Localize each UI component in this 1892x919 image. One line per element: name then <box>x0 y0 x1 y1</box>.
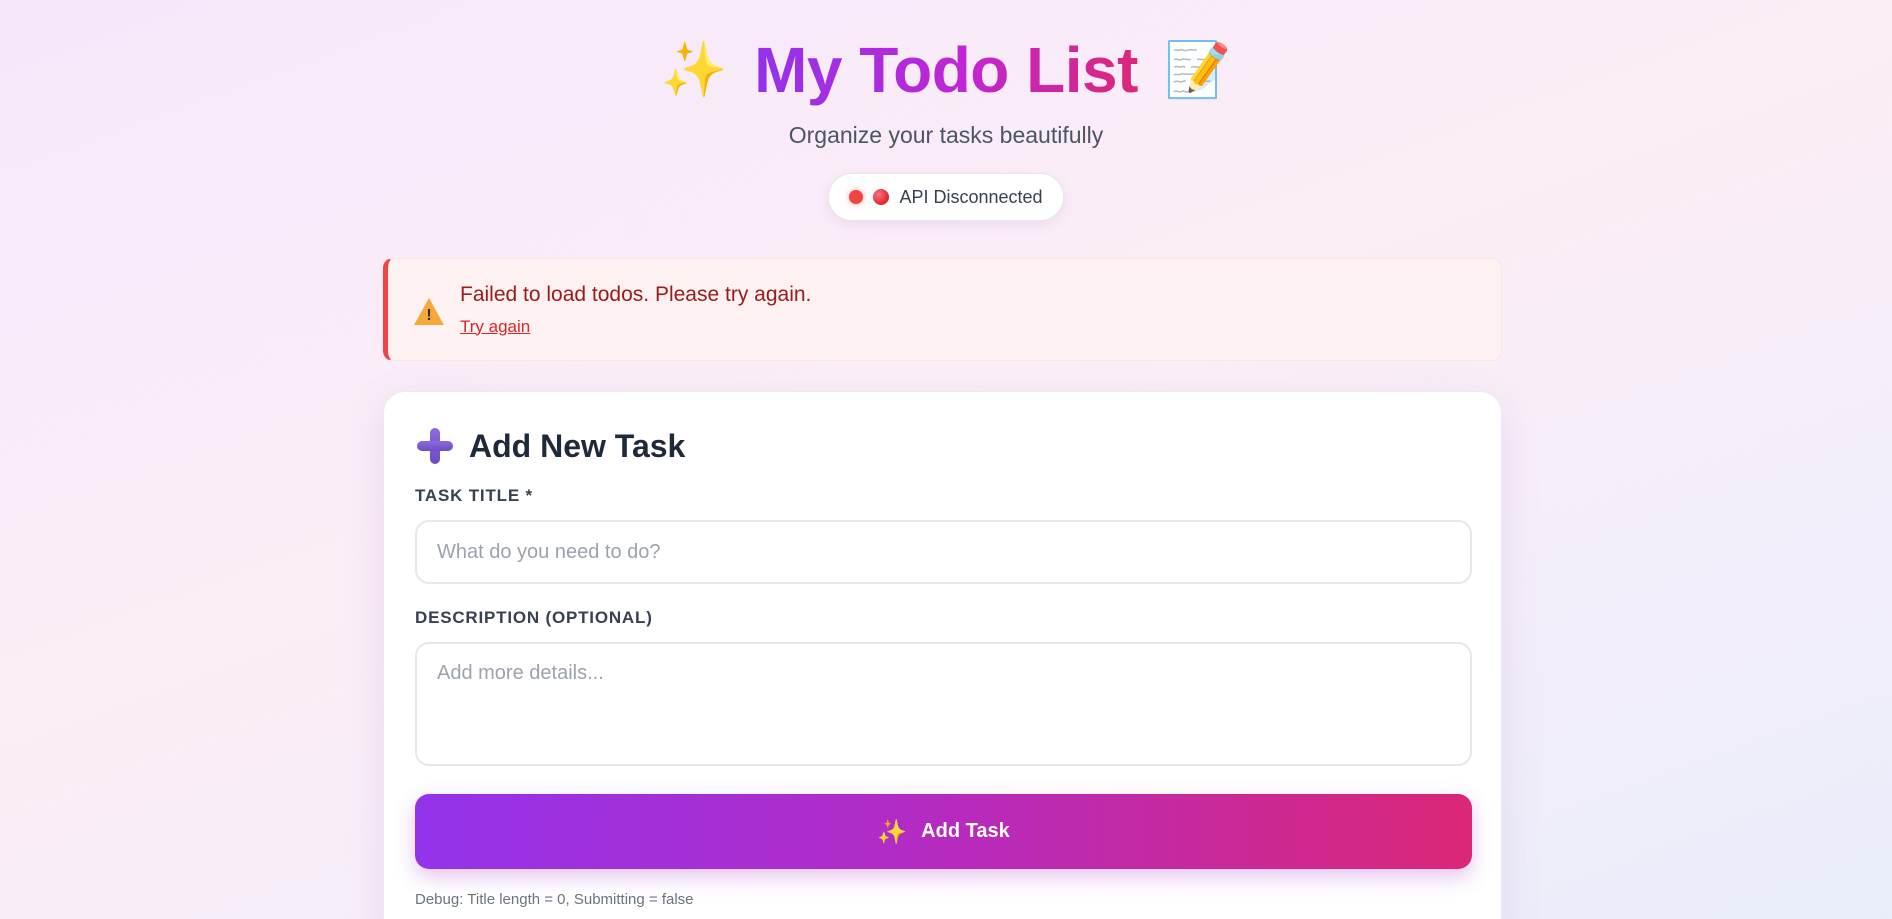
add-task-button[interactable]: ✨ Add Task <box>415 794 1472 869</box>
card-header: Add New Task <box>415 422 1471 470</box>
title-row: ✨ My Todo List 📝 <box>0 34 1892 106</box>
error-content: Failed to load todos. Please try again. … <box>460 283 811 337</box>
task-title-label: TASK TITLE * <box>415 486 533 505</box>
page-title: My Todo List <box>754 34 1138 106</box>
try-again-link[interactable]: Try again <box>460 317 811 337</box>
add-task-heading: Add New Task <box>469 427 686 464</box>
plus-icon <box>415 426 455 466</box>
api-status-text: API Disconnected <box>899 186 1043 207</box>
sparkles-icon: ✨ <box>877 817 908 846</box>
task-title-input[interactable] <box>415 520 1472 584</box>
page-header: ✨ My Todo List 📝 Organize your tasks bea… <box>0 0 1892 221</box>
page-subtitle: Organize your tasks beautifully <box>788 122 1104 148</box>
debug-text: Debug: Title length = 0, Submitting = fa… <box>415 891 694 908</box>
warning-icon: ! <box>414 297 444 326</box>
memo-icon: 📝 <box>1163 38 1232 101</box>
api-status-badge: API Disconnected <box>828 173 1064 221</box>
sparkles-icon: ✨ <box>660 38 729 101</box>
red-circle-icon <box>873 189 890 205</box>
status-indicator-dot <box>849 190 864 204</box>
error-message: Failed to load todos. Please try again. <box>460 282 812 306</box>
description-textarea[interactable] <box>415 642 1472 766</box>
add-task-button-label: Add Task <box>921 820 1010 842</box>
error-alert: ! Failed to load todos. Please try again… <box>383 258 1502 361</box>
description-label: DESCRIPTION (OPTIONAL) <box>415 608 653 627</box>
add-task-card: Add New Task TASK TITLE * DESCRIPTION (O… <box>383 391 1502 919</box>
